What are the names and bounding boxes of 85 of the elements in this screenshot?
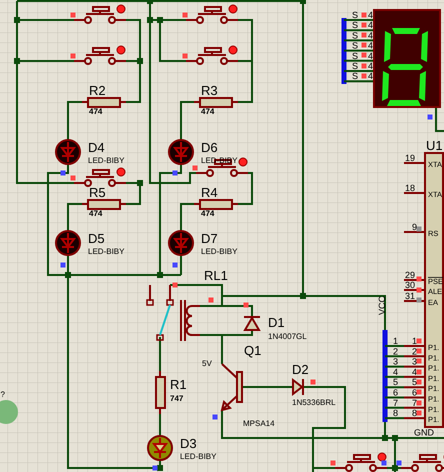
component-label: D6 [201,140,218,155]
relay-icon [146,284,200,342]
pin-name-label: 4 [368,30,374,40]
resistor-icon [193,199,239,210]
component-label: R5 [89,185,106,200]
part-value-label: 474 [201,107,214,116]
pin-number-label: 29 [405,270,416,280]
component-label: D7 [201,231,218,246]
pin-name-label: S [352,10,358,20]
pin-name-label: S [352,71,358,82]
component-label: R4 [201,185,218,200]
part-value-label: 747 [170,394,184,403]
component-label: R1 [170,377,187,392]
component-label: RL1 [204,268,228,283]
resistor-icon [155,370,166,415]
pin-name-label: S [352,40,358,51]
pin-number-label: 8 [412,408,418,418]
component-label: U1 [426,138,443,153]
net-label: VCC [377,296,387,315]
pin-name-label: 4 [368,40,374,51]
pin-number-label: 31 [405,291,416,301]
bus-pin-label: 7 [393,398,398,408]
pin-lead [404,355,424,358]
transistor-icon [220,363,243,412]
bus-pin-label: 3 [393,356,398,367]
part-value-label: 1N4007GL [268,332,307,341]
pin-lead [404,366,424,368]
pin-number-label: 18 [405,183,416,193]
pin-name-label: 4 [368,50,374,61]
part-value-label: LED-BIBY [88,247,124,256]
pin-lead [404,406,424,409]
component-label: D4 [88,140,105,155]
pin-number-label: 6 [412,388,418,398]
pin-lead [404,376,424,378]
diode-icon [243,315,261,331]
bus-pin-label: 6 [393,388,398,398]
part-value-label: LED-BIBY [88,156,124,165]
pin-number-label: 3 [412,356,418,367]
pin-number-label: 4 [412,366,418,377]
pin-number-label: 19 [405,153,416,163]
pin-name-label: 4 [368,20,374,30]
pin-number-label: 7 [412,398,418,408]
component-label: D5 [88,231,105,246]
pin-name-label: S [352,30,358,40]
bus-pin-label: 8 [393,408,398,418]
bus-pin-label: 4 [393,366,398,377]
component-label: R2 [89,83,106,98]
net-label: GND [414,428,434,438]
pin-lead [404,417,424,420]
part-value-label: 474 [89,107,102,116]
bus-pin-label: 2 [393,346,398,356]
resistor-icon [193,97,239,108]
pin-name-label: S [352,20,358,30]
bus-pin-label: 1 [393,336,398,346]
resistor-icon [81,199,127,210]
component-label: D3 [180,436,197,451]
diode-icon [292,378,304,396]
pin-number-label: 9 [412,222,418,232]
part-value-label: MPSA14 [243,419,275,428]
pin-name-label: 4 [368,61,374,71]
pin-number-label: 30 [405,280,416,290]
part-value-label: 5V [202,359,212,368]
pin-number-label: 5 [412,377,418,388]
pin-name-label: S [352,61,358,71]
part-value-label: LED-BIBY [201,247,238,256]
bus-pin-label: 5 [393,377,398,388]
bus-drawing [342,18,374,84]
pin-lead [404,386,424,388]
pin-number-label: 1 [412,336,418,346]
part-value-label: 1N5336BRL [292,398,336,407]
pin-name-label: 4 [368,71,374,82]
part-value-label: 474 [201,209,214,218]
part-value-label: 474 [89,209,102,218]
pin-name-label: 4 [368,10,374,20]
pin-number-label: 2 [412,346,418,356]
resistor-icon [81,97,127,108]
component-label: D1 [268,315,285,330]
component-label: D2 [292,362,309,377]
part-value-label: LED-BIBY [201,156,238,165]
probe-label: ? [0,390,5,399]
component-label: R3 [201,83,218,98]
component-label: Q1 [244,343,262,358]
pin-name-label: S [352,50,358,61]
probe-icon [0,400,18,424]
part-value-label: LED-BIBY [180,452,216,461]
